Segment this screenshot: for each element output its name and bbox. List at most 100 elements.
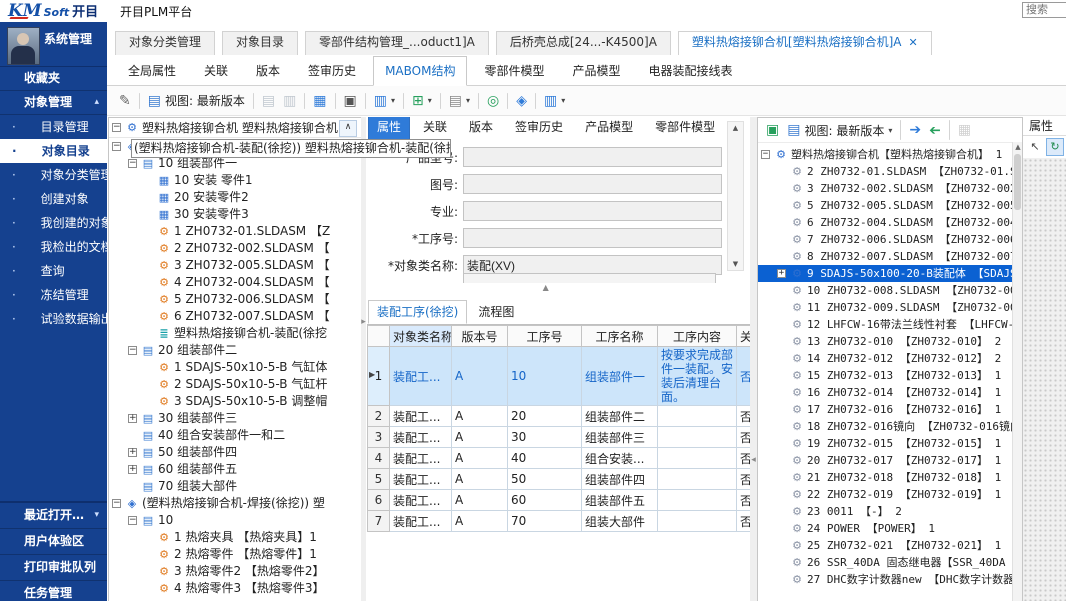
tree-node[interactable]: 2 ZH0732-01.SLDASM 【ZH0732-01.SLDASM	[758, 163, 1013, 180]
tree-node[interactable]: 8 ZH0732-007.SLDASM 【ZH0732-007.SLDA	[758, 248, 1013, 265]
expander-icon[interactable]	[144, 397, 153, 406]
expander-icon[interactable]	[777, 354, 786, 363]
expander-icon[interactable]	[777, 422, 786, 431]
expander-icon[interactable]	[777, 405, 786, 414]
tree-node[interactable]: 13 ZH0732-010 【ZH0732-010】 2	[758, 333, 1013, 350]
table-row[interactable]: 2 装配工... A 20 组装部件二 否	[368, 406, 751, 427]
tree-node[interactable]: 12 LHFCW-16带法兰线性衬套 【LHFCW-16带	[758, 316, 1013, 333]
tree-node[interactable]: 9 SDAJS-50x100-20-B装配体 【SDAJS-50x1	[758, 265, 1013, 282]
export-icon[interactable]	[905, 120, 925, 140]
tree-node[interactable]: 4 热熔零件3 【热熔零件3】	[109, 580, 361, 597]
cell-process-no[interactable]: 60	[508, 490, 582, 511]
scroll-up-icon[interactable]: ▲	[728, 122, 743, 134]
cell-flag[interactable]: 否	[737, 511, 751, 532]
document-tab[interactable]: 对象分类管理	[115, 31, 215, 55]
expander-icon[interactable]	[777, 167, 786, 176]
expander-icon[interactable]	[144, 193, 153, 202]
view-doc-icon[interactable]: 视图: 最新版本	[144, 90, 249, 112]
view-tab[interactable]: 版本	[245, 57, 291, 85]
structure-icon[interactable]	[408, 90, 436, 112]
cell-version[interactable]: A	[452, 448, 508, 469]
cell-version[interactable]: A	[452, 511, 508, 532]
expander-icon[interactable]	[144, 312, 153, 321]
db-search-icon[interactable]	[483, 90, 503, 112]
expander-icon[interactable]	[112, 499, 121, 508]
cell-version[interactable]: A	[452, 490, 508, 511]
cell-process-content[interactable]: 按要求完成部件一装配。安装后清理台面。	[658, 347, 737, 406]
tree-node[interactable]: 3 热熔零件2 【热熔零件2】	[109, 563, 361, 580]
document-tab[interactable]: 零部件结构管理_...oduct1]A	[305, 31, 489, 55]
tree-node[interactable]: 17 ZH0732-016 【ZH0732-016】 1	[758, 401, 1013, 418]
cursor-icon[interactable]	[1027, 139, 1043, 155]
view-tab[interactable]: 零部件模型	[473, 57, 555, 85]
expander-icon[interactable]	[777, 303, 786, 312]
table-row[interactable]: 1 装配工... A 10 组装部件一 按要求完成部件一装配。安装后清理台面。 …	[368, 347, 751, 406]
tree-node[interactable]: 16 ZH0732-014 【ZH0732-014】 1	[758, 384, 1013, 401]
expander-icon[interactable]	[777, 286, 786, 295]
document-icon[interactable]	[445, 90, 474, 112]
table-row[interactable]: 4 装配工... A 40 组合安装... 否	[368, 448, 751, 469]
column-header[interactable]: 工序号	[508, 326, 582, 347]
expander-icon[interactable]	[761, 150, 770, 159]
table-row[interactable]: 7 装配工... A 70 组装大部件 否	[368, 511, 751, 532]
cell-flag[interactable]: 否	[737, 406, 751, 427]
tree-node[interactable]: 2 ZH0732-002.SLDASM 【	[109, 240, 361, 257]
cell-object-class[interactable]: 装配工...	[390, 406, 452, 427]
column-header[interactable]: 工序名称	[582, 326, 658, 347]
cell-object-class[interactable]: 装配工...	[390, 469, 452, 490]
sidebar-item[interactable]: 我创建的对象	[0, 211, 107, 235]
doc-import-icon[interactable]	[279, 90, 300, 112]
detail-tab[interactable]: 产品模型	[576, 117, 642, 140]
tree-node[interactable]: 10 安装 零件1	[109, 172, 361, 189]
expander-icon[interactable]	[128, 414, 137, 423]
expander-icon[interactable]	[144, 533, 153, 542]
document-tab[interactable]: 对象目录	[222, 31, 298, 55]
edit-icon[interactable]	[115, 90, 135, 112]
expander-icon[interactable]	[144, 550, 153, 559]
expander-icon[interactable]	[128, 159, 137, 168]
expander-icon[interactable]	[777, 490, 786, 499]
cell-object-class[interactable]: 装配工...	[390, 490, 452, 511]
expander-icon[interactable]	[144, 329, 153, 338]
tree-node[interactable]: 40 组合安装部件一和二	[109, 427, 361, 444]
structure-tree-root[interactable]: 塑料热熔接铆合机 塑料热熔接铆合机 ∧	[109, 118, 361, 138]
tree-node[interactable]: 20 ZH0732-017 【ZH0732-017】 1	[758, 452, 1013, 469]
tree-node[interactable]: 5 ZH0732-005.SLDASM 【ZH0732-005.SLDA	[758, 197, 1013, 214]
tree-node[interactable]: 3 SDAJS-50x10-5-B 调整帽	[109, 393, 361, 410]
tree-node[interactable]: 15 ZH0732-013 【ZH0732-013】 1	[758, 367, 1013, 384]
cell-object-class[interactable]: 装配工...	[390, 448, 452, 469]
expander-icon[interactable]	[777, 184, 786, 193]
tree-node[interactable]: 10	[109, 512, 361, 529]
sidebar-bottom-item[interactable]: 最近打开… ▾	[0, 503, 107, 529]
column-header[interactable]: 对象类名称	[390, 326, 452, 347]
tree-node[interactable]: (塑料热熔接铆合机-焊接(徐挖)) 塑	[109, 495, 361, 512]
expander-icon[interactable]	[777, 235, 786, 244]
cell-process-no[interactable]: 30	[508, 427, 582, 448]
cell-process-name[interactable]: 组合安装...	[582, 448, 658, 469]
expander-icon[interactable]	[144, 176, 153, 185]
tree-node[interactable]: 60 组装部件五	[109, 461, 361, 478]
tree-node[interactable]: 10 ZH0732-008.SLDASM 【ZH0732-008.SLDA	[758, 282, 1013, 299]
db-transfer-icon[interactable]	[512, 90, 531, 112]
sidebar-item[interactable]: 查询	[0, 259, 107, 283]
collapse-tree-button[interactable]: ∧	[339, 120, 357, 137]
view-tab[interactable]: 产品模型	[561, 57, 631, 85]
cell-version[interactable]: A	[452, 427, 508, 448]
expander-icon[interactable]	[777, 320, 786, 329]
tree-node[interactable]: 1 ZH0732-01.SLDASM 【Z	[109, 223, 361, 240]
detail-tab[interactable]: 签审历史	[506, 117, 572, 140]
cell-flag[interactable]: 否	[737, 347, 751, 406]
cell-version[interactable]: A	[452, 406, 508, 427]
form-field-input[interactable]	[463, 201, 722, 221]
tree-node[interactable]: 11 ZH0732-009.SLDASM 【ZH0732-009.SLDA	[758, 299, 1013, 316]
user-avatar[interactable]	[7, 27, 40, 65]
tree-node[interactable]: 14 ZH0732-012 【ZH0732-012】 2	[758, 350, 1013, 367]
expander-icon[interactable]	[144, 567, 153, 576]
window-copy-icon[interactable]	[340, 90, 361, 112]
column-header[interactable]: 关	[737, 326, 751, 347]
expander-icon[interactable]	[128, 431, 137, 440]
detail-tab[interactable]: 版本	[460, 117, 502, 140]
expander-icon[interactable]	[128, 448, 137, 457]
view-tab[interactable]: 全局属性	[117, 57, 187, 85]
grid-icon[interactable]	[954, 120, 975, 140]
